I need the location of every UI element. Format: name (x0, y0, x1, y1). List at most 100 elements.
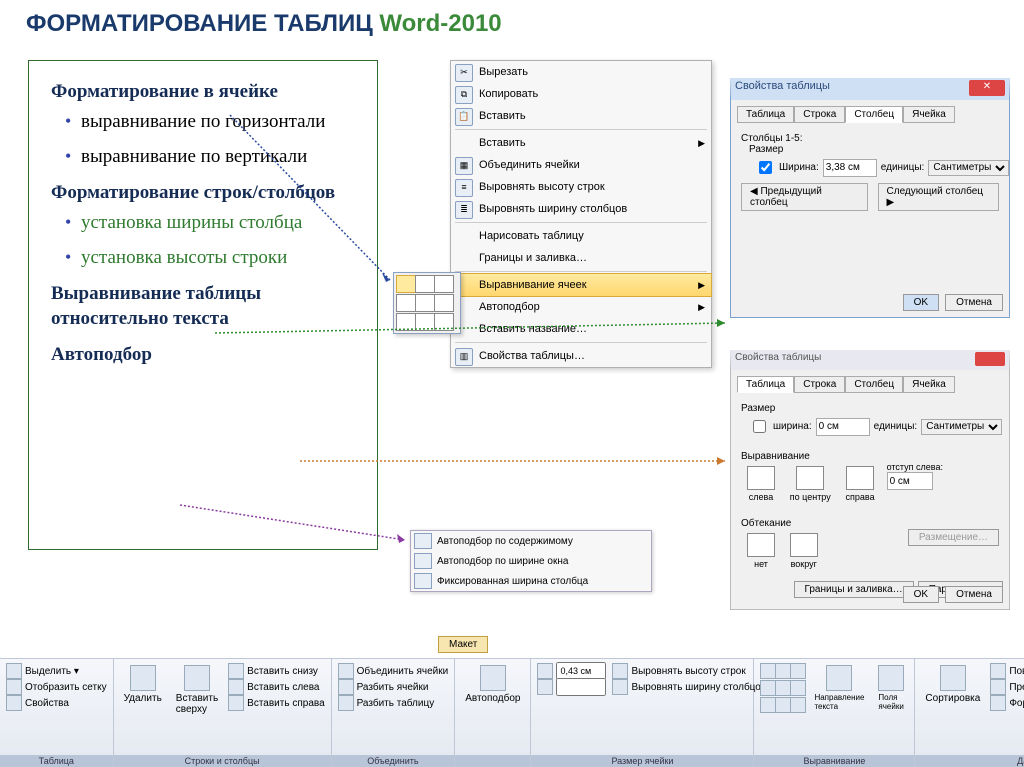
align-center-option[interactable]: по центру (790, 466, 831, 502)
ribbon-merge[interactable]: Объединить ячейки (338, 663, 449, 679)
cancel-button[interactable]: Отмена (945, 294, 1003, 311)
cancel-button[interactable]: Отмена (945, 586, 1003, 603)
wrap-none-option[interactable]: нет (747, 533, 775, 569)
align-ml[interactable] (396, 294, 416, 312)
ribbon-insert-left[interactable]: Вставить слева (228, 679, 324, 695)
ribbon-select[interactable]: Выделить ▾ (6, 663, 107, 679)
menu-draw[interactable]: Нарисовать таблицу (451, 225, 711, 247)
align-mc[interactable] (415, 294, 435, 312)
tab-cell[interactable]: Ячейка (903, 376, 955, 393)
autofit-content[interactable]: Автоподбор по содержимому (411, 531, 651, 551)
ribbon-cell-margins[interactable]: Поля ячейки (874, 663, 908, 713)
close-icon[interactable]: ✕ (969, 80, 1005, 96)
width-checkbox[interactable] (759, 161, 772, 174)
tab-table[interactable]: Таблица (737, 376, 794, 393)
ribbon-equal-cols[interactable]: Выровнять ширину столбцов (612, 679, 766, 695)
bullet-col-width: установка ширины столбца (65, 210, 359, 236)
align-mr[interactable] (434, 294, 454, 312)
tab-column[interactable]: Столбец (845, 106, 903, 123)
group-data: Данные (915, 755, 1024, 767)
menu-row-height[interactable]: ≡Выровнять высоту строк (451, 176, 711, 198)
align-tr[interactable] (434, 275, 454, 293)
table-props-table-dialog: Свойства таблицы Таблица Строка Столбец … (730, 350, 1010, 610)
align-bl[interactable] (396, 313, 416, 331)
autofit-window[interactable]: Автоподбор по ширине окна (411, 551, 651, 571)
repeat-icon (990, 663, 1006, 679)
indent-input[interactable] (887, 472, 933, 490)
ribbon-props[interactable]: Свойства (6, 695, 107, 711)
units-select[interactable]: Сантиметры (928, 160, 1009, 176)
width-checkbox[interactable] (753, 420, 766, 433)
autofit-fixed[interactable]: Фиксированная ширина столбца (411, 571, 651, 591)
group-merge: Объединить (332, 755, 455, 767)
heading-rowcol-format: Форматирование строк/столбцов (51, 180, 359, 206)
ribbon-delete[interactable]: Удалить (120, 663, 166, 706)
ribbon-sort[interactable]: Сортировка (921, 663, 984, 706)
menu-insert[interactable]: Вставить▶ (451, 132, 711, 154)
menu-cell-align[interactable]: Выравнивание ячеек▶ (450, 273, 712, 297)
tab-row[interactable]: Строка (794, 106, 845, 123)
width-input[interactable] (816, 418, 870, 436)
autofit-icon (414, 573, 432, 589)
width-input[interactable] (823, 159, 877, 177)
borders-button[interactable]: Границы и заливка… (794, 581, 914, 598)
ribbon-text-dir[interactable]: Направление текста (810, 663, 868, 713)
prev-column-button[interactable]: ◀ Предыдущий столбец (741, 183, 868, 211)
ribbon-insert-above[interactable]: Вставить сверху (172, 663, 222, 717)
align-tc[interactable] (415, 275, 435, 293)
ribbon-insert-below[interactable]: Вставить снизу (228, 663, 324, 679)
ribbon-insert-right[interactable]: Вставить справа (228, 695, 324, 711)
align-label: Выравнивание (741, 451, 999, 462)
menu-col-width[interactable]: ≣Выровнять ширину столбцов (451, 198, 711, 220)
align-br[interactable] (434, 313, 454, 331)
height-icon (537, 663, 553, 679)
menu-caption[interactable]: Вставить название… (451, 318, 711, 340)
menu-copy[interactable]: ⧉Копировать (451, 83, 711, 105)
insert-left-icon (228, 679, 244, 695)
align-tl[interactable] (396, 275, 416, 293)
group-table: Таблица (0, 755, 113, 767)
ribbon-grid[interactable]: Отобразить сетку (6, 679, 107, 695)
tab-table[interactable]: Таблица (737, 106, 794, 123)
wrap-around-option[interactable]: вокруг (790, 533, 818, 569)
ribbon-autofit[interactable]: Автоподбор (461, 663, 524, 706)
cell-width-input[interactable] (556, 678, 606, 696)
rowh-icon: ≡ (455, 179, 473, 197)
align-left-option[interactable]: слева (747, 466, 775, 502)
ok-button[interactable]: OK (903, 586, 939, 603)
ribbon-formula[interactable]: Формула (990, 695, 1024, 711)
ok-button[interactable]: OK (903, 294, 939, 311)
context-menu: ✂Вырезать ⧉Копировать 📋Вставить Вставить… (450, 60, 712, 368)
tab-row[interactable]: Строка (794, 376, 845, 393)
align-cell-icon[interactable] (760, 663, 776, 679)
units-select[interactable]: Сантиметры (921, 419, 1002, 435)
tab-column[interactable]: Столбец (845, 376, 903, 393)
menu-props[interactable]: ▥Свойства таблицы… (451, 345, 711, 367)
title-part2: Word-2010 (379, 10, 501, 37)
ribbon-split-cells[interactable]: Разбить ячейки (338, 679, 449, 695)
autofit-icon (414, 553, 432, 569)
ribbon-split-table[interactable]: Разбить таблицу (338, 695, 449, 711)
dialog-title: Свойства таблицы (735, 80, 830, 92)
ribbon-convert[interactable]: Преобразовать в текст (990, 679, 1024, 695)
next-column-button[interactable]: Следующий столбец ▶ (878, 183, 999, 211)
menu-paste[interactable]: 📋Вставить (451, 105, 711, 127)
menu-merge[interactable]: ▦Объединить ячейки (451, 154, 711, 176)
align-bc[interactable] (415, 313, 435, 331)
content-textbox: Форматирование в ячейке выравнивание по … (28, 60, 378, 550)
ribbon-tab-layout[interactable]: Макет (438, 636, 488, 653)
align-right-option[interactable]: справа (846, 466, 875, 502)
tab-cell[interactable]: Ячейка (903, 106, 955, 123)
group-align: Выравнивание (754, 755, 914, 767)
menu-autofit[interactable]: Автоподбор▶ (451, 296, 711, 318)
size-label: Размер (749, 144, 999, 155)
menu-cut[interactable]: ✂Вырезать (451, 61, 711, 83)
close-icon[interactable] (975, 352, 1005, 366)
formula-icon (990, 695, 1006, 711)
ribbon-repeat-headers[interactable]: Повторить строки заголовков (990, 663, 1024, 679)
convert-icon (990, 679, 1006, 695)
menu-borders[interactable]: Границы и заливка… (451, 247, 711, 269)
wrap-label: Обтекание (741, 518, 999, 529)
ribbon-equal-rows[interactable]: Выровнять высоту строк (612, 663, 766, 679)
width-label: Ширина: (779, 162, 819, 173)
